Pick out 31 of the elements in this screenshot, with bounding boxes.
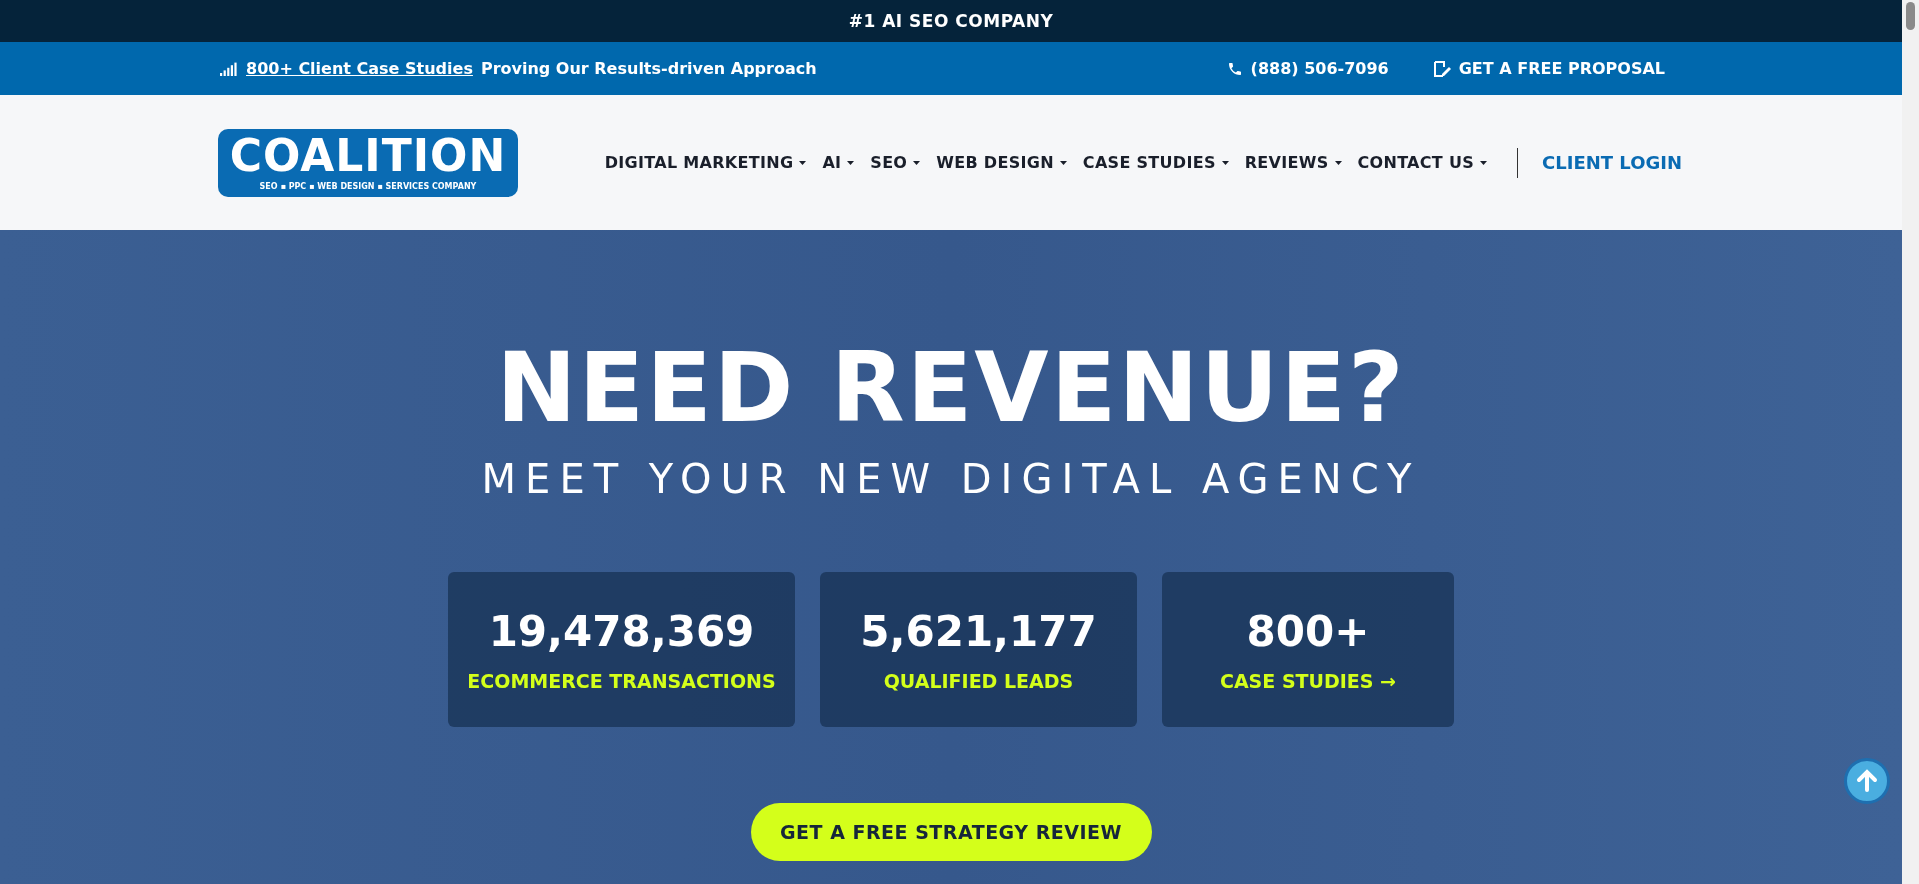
logo[interactable]: COALITION SEO ▪ PPC ▪ WEB DESIGN ▪ SERVICES COMPANY bbox=[218, 128, 518, 197]
stat-label: ECOMMERCE TRANSACTIONS bbox=[467, 670, 776, 692]
stat-value: 5,621,177 bbox=[860, 607, 1097, 656]
nav-item[interactable]: WEB DESIGN bbox=[936, 153, 1067, 172]
proposal-link[interactable]: GET A FREE PROPOSAL bbox=[1458, 59, 1665, 78]
stat-value: 800+ bbox=[1246, 607, 1370, 656]
nav-item[interactable]: REVIEWS bbox=[1244, 153, 1342, 172]
nav-item[interactable]: SEO bbox=[870, 153, 921, 172]
scroll-to-top-button[interactable] bbox=[1844, 758, 1890, 804]
document-pen-icon bbox=[1432, 59, 1451, 78]
info-text: Proving Our Results-driven Approach bbox=[480, 59, 817, 78]
hero-title: NEED REVENUE? bbox=[496, 340, 1406, 436]
scrollbar[interactable] bbox=[1902, 0, 1919, 884]
nav-item[interactable]: AI bbox=[822, 153, 855, 172]
strategy-review-button[interactable]: GET A FREE STRATEGY REVIEW bbox=[750, 803, 1152, 861]
phone-icon bbox=[1226, 60, 1243, 77]
stat-link[interactable]: CASE STUDIES → bbox=[1219, 670, 1396, 692]
hero-subtitle: MEET YOUR NEW DIGITAL AGENCY bbox=[481, 456, 1421, 502]
logo-tagline: SEO ▪ PPC ▪ WEB DESIGN ▪ SERVICES COMPANY bbox=[259, 182, 477, 191]
nav-item[interactable]: CASE STUDIES bbox=[1082, 153, 1229, 172]
phone-number[interactable]: (888) 506-7096 bbox=[1250, 59, 1389, 78]
nav-item[interactable]: CONTACT US bbox=[1357, 153, 1488, 172]
signal-bars-icon bbox=[220, 61, 238, 76]
stat-label: QUALIFIED LEADS bbox=[883, 670, 1074, 692]
nav-item[interactable]: DIGITAL MARKETING bbox=[604, 153, 807, 172]
announcement-bar: #1 AI SEO COMPANY bbox=[0, 0, 1902, 42]
client-login-link[interactable]: CLIENT LOGIN bbox=[1542, 152, 1682, 173]
logo-wordmark: COALITION bbox=[229, 134, 507, 178]
stat-value: 19,478,369 bbox=[488, 607, 755, 656]
up-arrow-icon bbox=[1855, 769, 1879, 793]
case-studies-link[interactable]: 800+ Client Case Studies bbox=[246, 59, 473, 78]
